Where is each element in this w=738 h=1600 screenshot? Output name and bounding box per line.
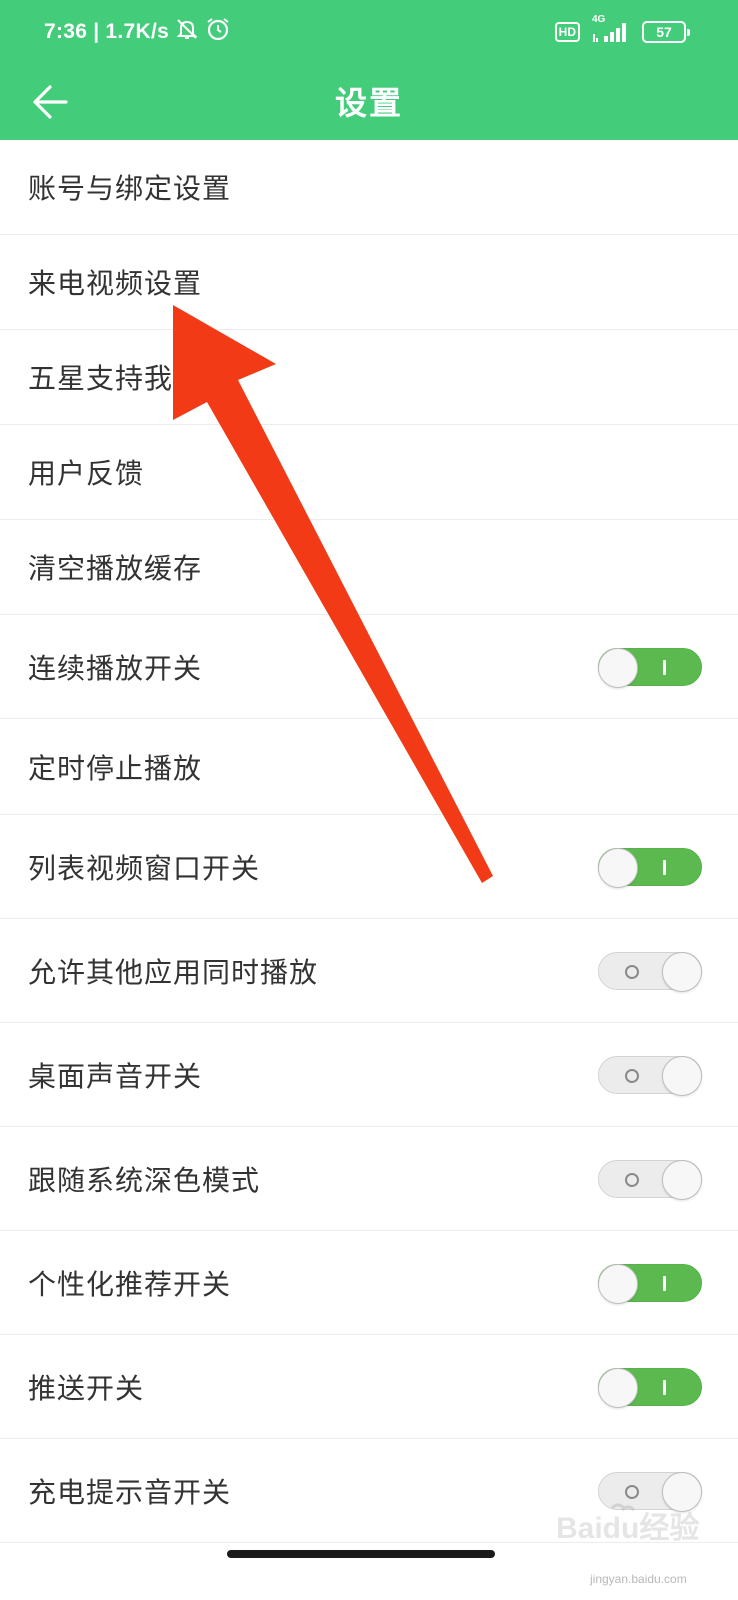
settings-row[interactable]: 个性化推荐开关: [0, 1231, 738, 1335]
app-bar: 设置: [0, 64, 738, 140]
settings-row[interactable]: 桌面声音开关: [0, 1023, 738, 1127]
watermark-logo: Baidu经验: [556, 1503, 699, 1545]
status-separator: |: [93, 20, 100, 43]
toggle-knob[interactable]: [598, 1263, 638, 1304]
toggle-off-mark-icon: [625, 964, 639, 979]
settings-row-label: 推送开关: [28, 1371, 145, 1405]
toggle-switch[interactable]: [598, 847, 702, 888]
settings-row[interactable]: 允许其他应用同时播放: [0, 919, 738, 1023]
status-left: 7:36 | 1.7K/s: [44, 18, 231, 46]
toggle-knob[interactable]: [598, 1367, 638, 1408]
home-indicator[interactable]: [227, 1550, 495, 1558]
toggle-knob[interactable]: [598, 647, 638, 688]
battery-icon: 57: [642, 21, 690, 43]
settings-row[interactable]: 账号与绑定设置: [0, 140, 738, 235]
settings-row-label: 定时停止播放: [28, 751, 203, 785]
settings-row-label: 跟随系统深色模式: [28, 1163, 261, 1197]
settings-row-label: 五星支持我: [28, 362, 174, 395]
toggle-switch[interactable]: [598, 1367, 702, 1408]
settings-row-label: 列表视频窗口开关: [28, 851, 261, 885]
toggle-switch[interactable]: [598, 1263, 702, 1304]
settings-row-label: 清空播放缓存: [28, 552, 203, 585]
status-speed: 1.7K/s: [105, 20, 170, 43]
settings-row-label: 充电提示音开关: [28, 1475, 232, 1509]
settings-list: 账号与绑定设置 来电视频设置 五星支持我用户反馈清空播放缓存 连续播放开关 定时停止播放…: [0, 140, 738, 1543]
settings-row[interactable]: 跟随系统深色模式: [0, 1127, 738, 1231]
battery-level: 57: [656, 24, 672, 40]
watermark-brand: Baidu经验: [556, 1511, 699, 1545]
settings-row[interactable]: 五星支持我: [0, 330, 738, 425]
toggle-switch[interactable]: [598, 951, 702, 992]
status-bar: 7:36 | 1.7K/s HD 4G 57: [0, 0, 738, 64]
settings-row[interactable]: 来电视频设置: [0, 235, 738, 330]
page-title: 设置: [334, 84, 403, 122]
toggle-switch[interactable]: [598, 1055, 702, 1096]
status-right: HD 4G 57: [554, 14, 690, 46]
settings-row[interactable]: 用户反馈: [0, 425, 738, 520]
toggle-off-mark-icon: [625, 1068, 639, 1083]
signal-icon: 4G: [592, 14, 630, 44]
toggle-knob[interactable]: [662, 951, 702, 992]
settings-row[interactable]: 定时停止播放: [0, 719, 738, 815]
toggle-switch[interactable]: [598, 1159, 702, 1200]
toggle-on-mark-icon: [663, 859, 666, 875]
settings-row-label: 连续播放开关: [28, 651, 203, 685]
settings-row[interactable]: 清空播放缓存: [0, 520, 738, 615]
toggle-switch[interactable]: [598, 647, 702, 688]
toggle-off-mark-icon: [625, 1484, 639, 1499]
settings-row[interactable]: 列表视频窗口开关: [0, 815, 738, 919]
settings-row-label: 用户反馈: [28, 457, 145, 490]
settings-row-label: 来电视频设置: [28, 267, 203, 300]
status-time: 7:36: [44, 20, 88, 43]
settings-row[interactable]: 推送开关: [0, 1335, 738, 1439]
toggle-off-mark-icon: [625, 1172, 639, 1187]
settings-row-label: 允许其他应用同时播放: [28, 955, 319, 989]
settings-row-label: 账号与绑定设置: [28, 172, 232, 205]
toggle-on-mark-icon: [663, 1275, 666, 1291]
settings-row-label: 个性化推荐开关: [28, 1267, 232, 1301]
toggle-on-mark-icon: [663, 659, 666, 675]
toggle-knob[interactable]: [662, 1159, 702, 1200]
toggle-on-mark-icon: [663, 1379, 666, 1395]
toggle-knob[interactable]: [662, 1055, 702, 1096]
watermark-url: jingyan.baidu.com: [590, 1572, 687, 1586]
alarm-icon: [205, 16, 231, 48]
settings-row[interactable]: 连续播放开关: [0, 615, 738, 719]
mute-bell-icon: [175, 17, 199, 47]
hd-badge: HD: [554, 22, 580, 42]
toggle-knob[interactable]: [598, 847, 638, 888]
settings-row-label: 桌面声音开关: [28, 1059, 203, 1093]
